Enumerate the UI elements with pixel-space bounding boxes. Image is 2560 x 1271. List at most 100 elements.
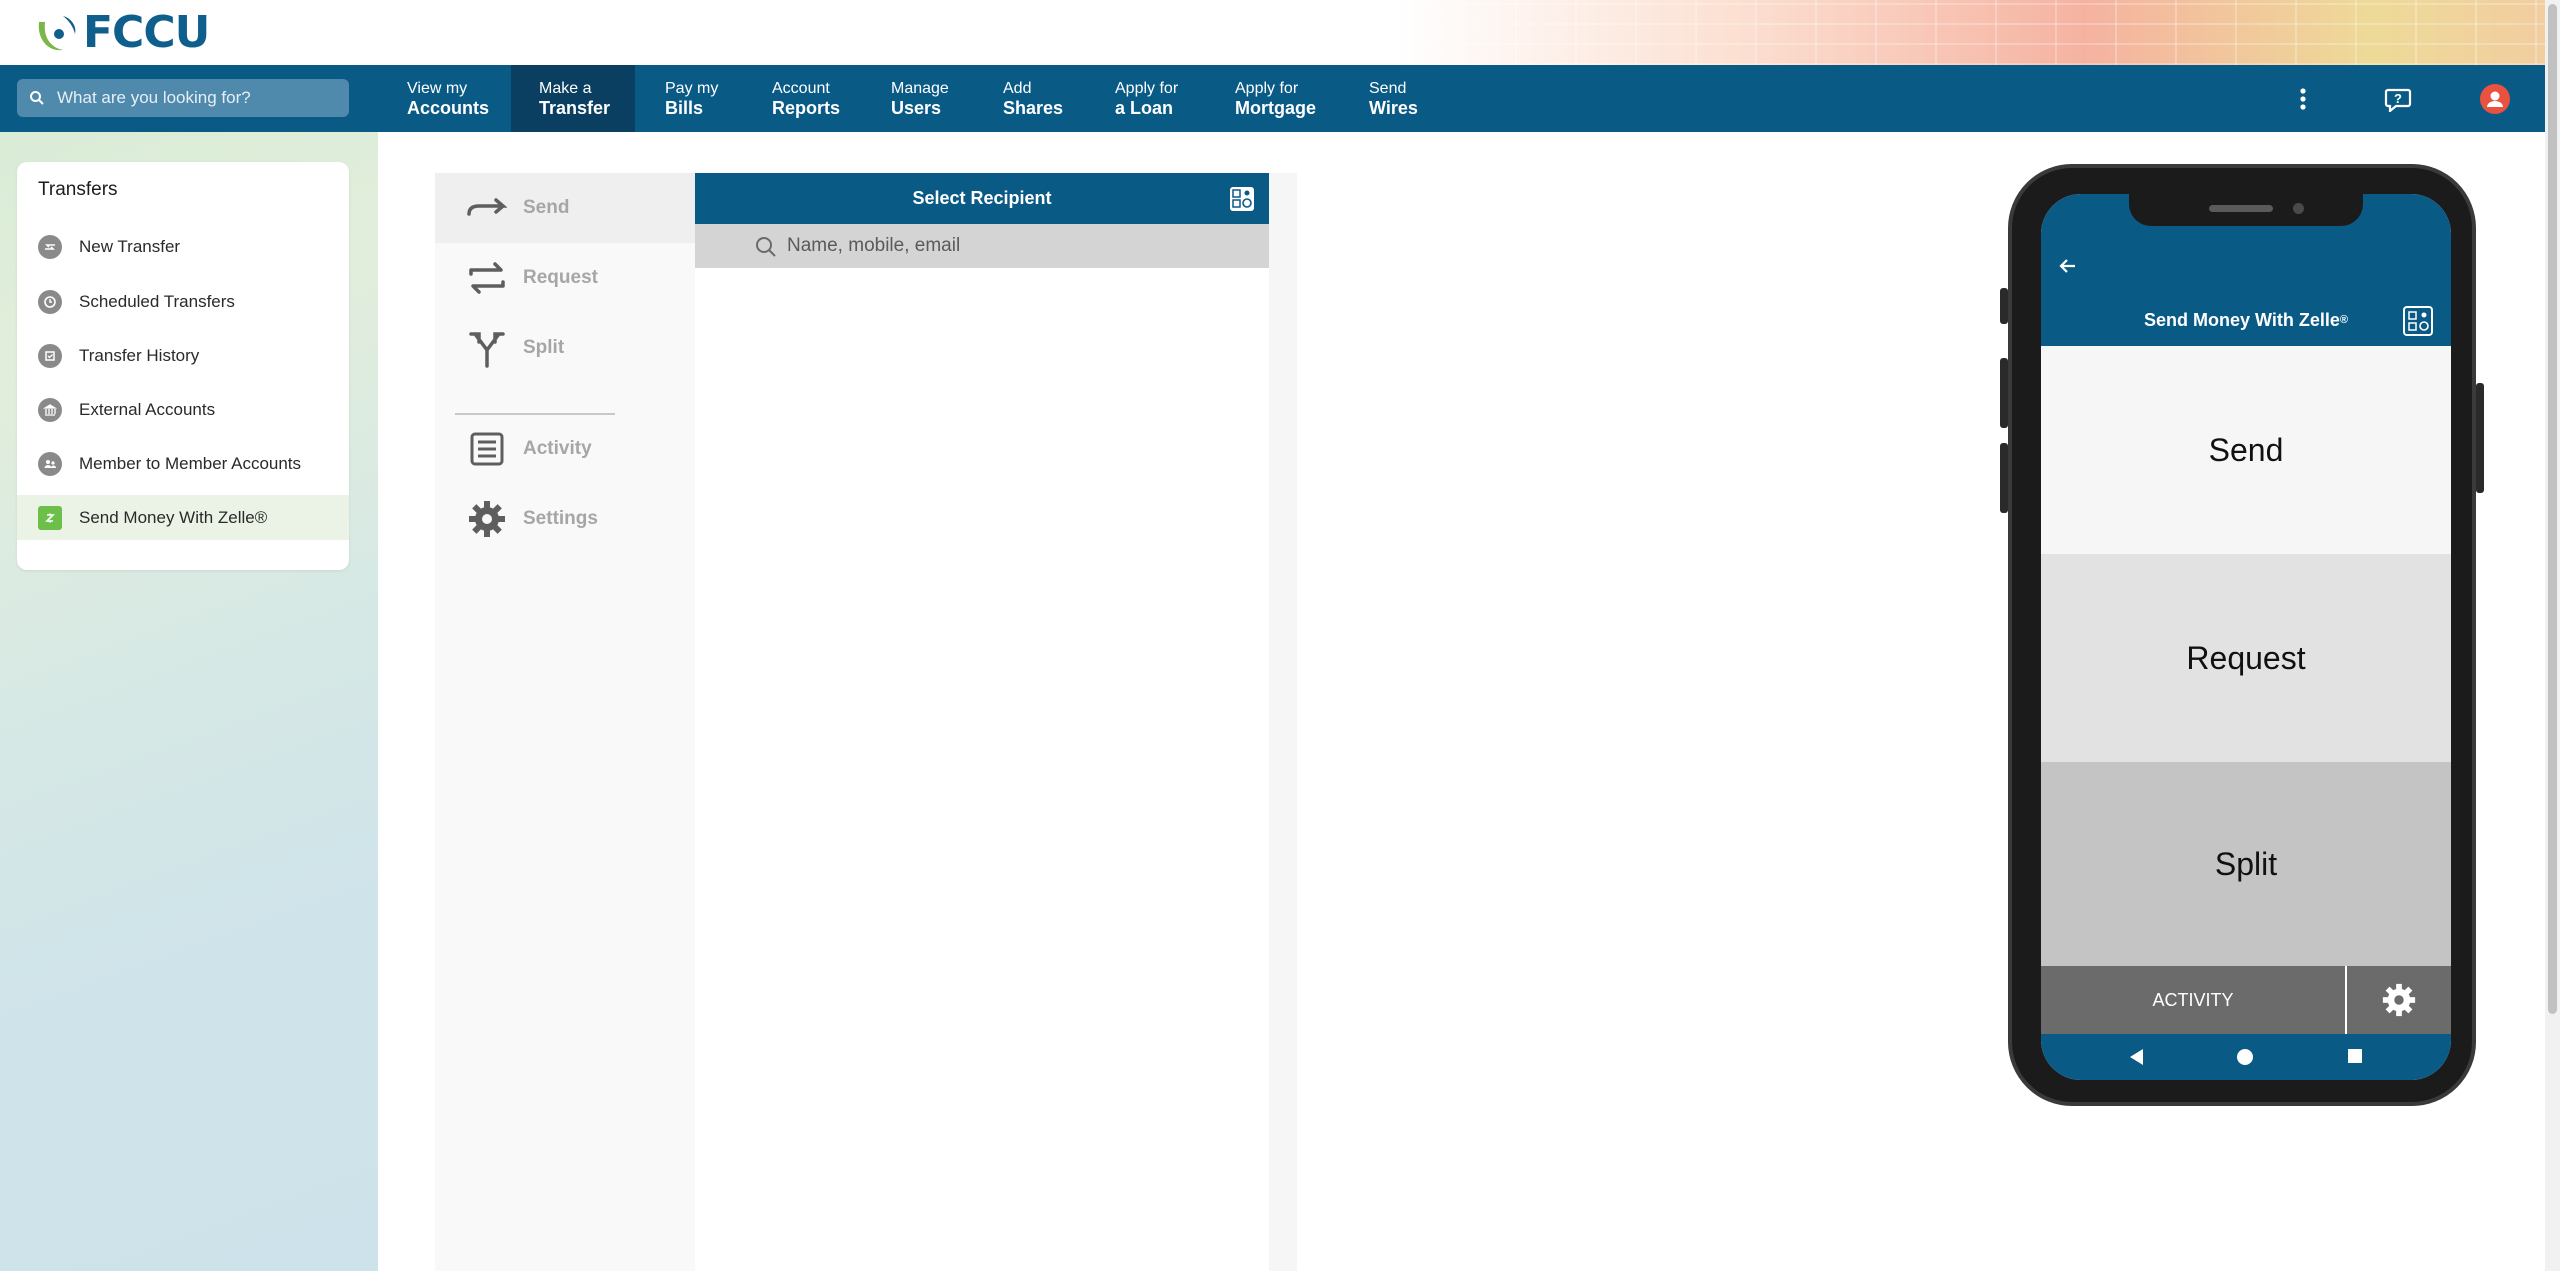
sidebar-item-send-money-zelle[interactable]: Send Money With Zelle®	[17, 495, 349, 540]
phone-title: Send Money With Zelle ®	[2041, 294, 2451, 346]
phone-activity-button[interactable]: ACTIVITY	[2041, 966, 2345, 1034]
android-nav-bar	[2041, 1034, 2451, 1080]
help-chat-icon[interactable]: ?	[2383, 84, 2413, 114]
search-icon	[30, 91, 44, 105]
request-arrows-icon	[467, 258, 507, 298]
sidebar-item-scheduled-transfers[interactable]: Scheduled Transfers	[17, 279, 349, 324]
phone-settings-button[interactable]	[2347, 966, 2451, 1034]
nav-line1: Apply for	[1235, 79, 1299, 97]
page-scrollbar[interactable]	[2545, 0, 2560, 1271]
nav-line1: Pay my	[665, 79, 719, 97]
nav-add-shares[interactable]: Add Shares	[1003, 65, 1083, 132]
main-navbar: View my Accounts Make a Transfer Pay my …	[0, 65, 2545, 132]
nav-line2: Shares	[1003, 97, 1064, 118]
phone-title-text: Send Money With Zelle	[2144, 309, 2340, 330]
sidebar-item-transfer-history[interactable]: Transfer History	[17, 333, 349, 378]
nav-manage-users[interactable]: Manage Users	[891, 65, 971, 132]
nav-send-wires[interactable]: Send Wires	[1369, 65, 1449, 132]
registered-mark: ®	[2339, 314, 2348, 326]
zelle-menu-label: Request	[523, 267, 598, 288]
nav-pay-bills[interactable]: Pay my Bills	[665, 65, 745, 132]
nav-make-transfer[interactable]: Make a Transfer	[511, 65, 635, 132]
zelle-side-menu: Send Request Split Activity Settings	[435, 173, 695, 1271]
scrollbar-thumb[interactable]	[2548, 4, 2557, 1014]
nav-apply-loan[interactable]: Apply for a Loan	[1115, 65, 1205, 132]
zelle-menu-label: Send	[523, 197, 570, 218]
phone-option-request[interactable]: Request	[2041, 554, 2451, 762]
nav-line1: Add	[1003, 79, 1032, 97]
history-icon	[38, 343, 62, 368]
sidebar-item-new-transfer[interactable]: New Transfer	[17, 224, 349, 269]
recipient-search-input[interactable]	[787, 235, 1247, 257]
phone-notch	[2129, 194, 2363, 226]
nav-line2: Reports	[772, 97, 841, 118]
zelle-menu-split[interactable]: Split	[435, 313, 695, 383]
phone-bottom-bar: ACTIVITY	[2041, 966, 2451, 1034]
nav-view-accounts[interactable]: View my Accounts	[407, 65, 507, 132]
sidebar-item-label: New Transfer	[79, 236, 181, 256]
transfer-arrows-icon	[38, 234, 62, 259]
activity-list-icon	[467, 429, 507, 469]
phone-preview: Send Money With Zelle ® Send Request Spli…	[2000, 164, 2484, 1106]
sidebar-item-label: Send Money With Zelle®	[79, 507, 268, 527]
nav-line1: Account	[772, 79, 830, 97]
nav-line2: Accounts	[407, 97, 490, 118]
card-title: Transfers	[38, 179, 118, 200]
nav-line1: Manage	[891, 79, 949, 97]
select-recipient-title: Select Recipient	[912, 188, 1052, 208]
phone-speaker	[2209, 205, 2273, 212]
settings-gear-icon	[467, 499, 507, 539]
fccu-logo[interactable]: FCCU	[33, 7, 210, 58]
members-icon	[38, 451, 62, 476]
sidebar-item-label: Scheduled Transfers	[79, 291, 235, 311]
zelle-menu-settings[interactable]: Settings	[435, 484, 695, 554]
phone-side-button	[2000, 443, 2008, 513]
phone-camera	[2293, 203, 2304, 214]
nav-apply-mortgage[interactable]: Apply for Mortgage	[1235, 65, 1335, 132]
sidebar-item-label: External Accounts	[79, 399, 216, 419]
nav-line1: Make a	[539, 79, 592, 97]
top-banner: FCCU	[0, 0, 2545, 65]
phone-option-send[interactable]: Send	[2041, 346, 2451, 554]
zelle-menu-activity[interactable]: Activity	[435, 414, 695, 484]
zelle-menu-label: Split	[523, 337, 565, 358]
phone-screen: Send Money With Zelle ® Send Request Spli…	[2041, 194, 2451, 1080]
phone-side-button	[2000, 288, 2008, 324]
global-search[interactable]	[17, 79, 349, 117]
sidebar-item-label: Member to Member Accounts	[79, 453, 302, 473]
nav-line1: View my	[407, 79, 468, 97]
nav-line2: Wires	[1369, 97, 1418, 118]
sidebar-item-label: Transfer History	[79, 345, 200, 365]
nav-line1: Send	[1369, 79, 1407, 97]
zelle-menu-label: Activity	[523, 438, 592, 459]
qr-contacts-icon[interactable]	[2403, 306, 2433, 336]
send-arrow-icon	[467, 188, 507, 228]
zelle-menu-request[interactable]: Request	[435, 243, 695, 313]
more-vertical-icon[interactable]	[2288, 84, 2318, 114]
user-avatar-icon[interactable]	[2480, 84, 2510, 114]
sidebar-item-external-accounts[interactable]: External Accounts	[17, 387, 349, 432]
nav-home-icon[interactable]	[2235, 1047, 2255, 1072]
nav-line2: Mortgage	[1235, 97, 1316, 118]
nav-line2: a Loan	[1115, 97, 1174, 118]
back-arrow-icon[interactable]	[2055, 254, 2079, 278]
nav-line2: Transfer	[539, 97, 611, 118]
phone-side-button	[2476, 383, 2484, 493]
nav-account-reports[interactable]: Account Reports	[772, 65, 862, 132]
sidebar-item-member-to-member[interactable]: Member to Member Accounts	[17, 441, 349, 486]
zelle-menu-send[interactable]: Send	[435, 173, 695, 243]
nav-line2: Bills	[665, 97, 704, 118]
logo-mark-icon	[33, 8, 81, 56]
nav-line1: Apply for	[1115, 79, 1179, 97]
svg-text:?: ?	[2394, 91, 2402, 106]
zelle-menu-label: Settings	[523, 508, 598, 529]
nav-recents-icon[interactable]	[2347, 1048, 2363, 1069]
search-icon	[756, 237, 776, 257]
bank-icon	[38, 397, 62, 422]
search-input[interactable]	[57, 88, 337, 108]
phone-option-split[interactable]: Split	[2041, 762, 2451, 966]
phone-side-button	[2000, 358, 2008, 428]
settings-gear-icon	[2382, 983, 2416, 1017]
qr-contacts-icon[interactable]	[1229, 186, 1255, 212]
nav-back-icon[interactable]	[2127, 1047, 2145, 1072]
